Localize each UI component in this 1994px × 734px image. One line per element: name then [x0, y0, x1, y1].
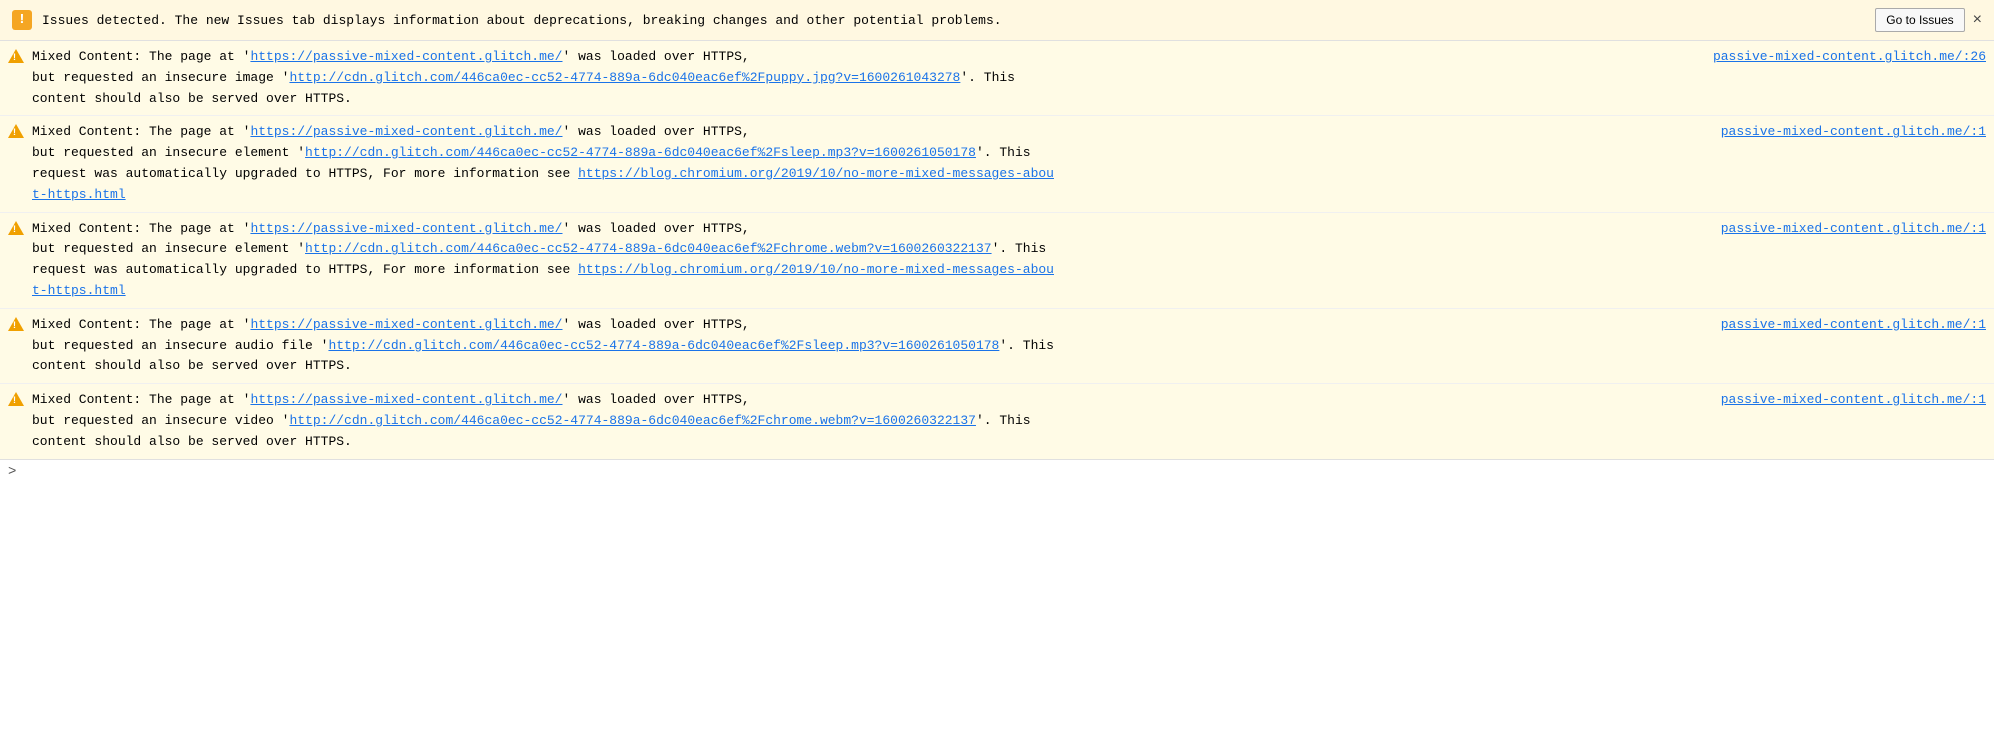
message-text-5: Mixed Content: The page at 'https://pass…	[32, 390, 1701, 452]
resource-link-2[interactable]: http://cdn.glitch.com/446ca0ec-cc52-4774…	[305, 145, 976, 160]
source-link-4[interactable]: passive-mixed-content.glitch.me/:1	[1721, 315, 1986, 336]
blog-link-3[interactable]: https://blog.chromium.org/2019/10/no-mor…	[32, 262, 1054, 298]
warning-triangle-3	[8, 220, 24, 236]
message-content-5: Mixed Content: The page at 'https://pass…	[32, 390, 1986, 452]
warning-triangle-2	[8, 123, 24, 139]
message-row-3: Mixed Content: The page at 'https://pass…	[32, 219, 1986, 302]
source-link-2[interactable]: passive-mixed-content.glitch.me/:1	[1721, 122, 1986, 143]
issues-banner: ! Issues detected. The new Issues tab di…	[0, 0, 1994, 41]
resource-link-4[interactable]: http://cdn.glitch.com/446ca0ec-cc52-4774…	[328, 338, 999, 353]
console-message-1: Mixed Content: The page at 'https://pass…	[0, 41, 1994, 116]
console-message-5: Mixed Content: The page at 'https://pass…	[0, 384, 1994, 458]
issues-banner-left: ! Issues detected. The new Issues tab di…	[12, 10, 1002, 30]
source-link-1[interactable]: passive-mixed-content.glitch.me/:26	[1713, 47, 1986, 68]
page-link-2[interactable]: https://passive-mixed-content.glitch.me/	[250, 124, 562, 139]
console-message-4: Mixed Content: The page at 'https://pass…	[0, 309, 1994, 384]
warning-triangle-4	[8, 316, 24, 332]
message-text-2: Mixed Content: The page at 'https://pass…	[32, 122, 1701, 205]
chevron-icon[interactable]: >	[8, 464, 16, 480]
message-content-1: Mixed Content: The page at 'https://pass…	[32, 47, 1986, 109]
message-content-2: Mixed Content: The page at 'https://pass…	[32, 122, 1986, 205]
page-link-1[interactable]: https://passive-mixed-content.glitch.me/	[250, 49, 562, 64]
message-text-4: Mixed Content: The page at 'https://pass…	[32, 315, 1701, 377]
resource-link-3[interactable]: http://cdn.glitch.com/446ca0ec-cc52-4774…	[305, 241, 992, 256]
source-link-5[interactable]: passive-mixed-content.glitch.me/:1	[1721, 390, 1986, 411]
message-row-2: Mixed Content: The page at 'https://pass…	[32, 122, 1986, 205]
message-row-1: Mixed Content: The page at 'https://pass…	[32, 47, 1986, 109]
warning-triangle-1	[8, 48, 24, 64]
go-to-issues-button[interactable]: Go to Issues	[1875, 8, 1964, 32]
message-row-4: Mixed Content: The page at 'https://pass…	[32, 315, 1986, 377]
console-message-2: Mixed Content: The page at 'https://pass…	[0, 116, 1994, 212]
source-link-3[interactable]: passive-mixed-content.glitch.me/:1	[1721, 219, 1986, 240]
issues-banner-text: Issues detected. The new Issues tab disp…	[42, 13, 1002, 28]
resource-link-1[interactable]: http://cdn.glitch.com/446ca0ec-cc52-4774…	[289, 70, 960, 85]
blog-link-2[interactable]: https://blog.chromium.org/2019/10/no-mor…	[32, 166, 1054, 202]
close-button[interactable]: ×	[1973, 12, 1982, 28]
resource-link-5[interactable]: http://cdn.glitch.com/446ca0ec-cc52-4774…	[289, 413, 976, 428]
console-area: Mixed Content: The page at 'https://pass…	[0, 41, 1994, 459]
page-link-5[interactable]: https://passive-mixed-content.glitch.me/	[250, 392, 562, 407]
warning-triangle-5	[8, 391, 24, 407]
message-content-4: Mixed Content: The page at 'https://pass…	[32, 315, 1986, 377]
warning-icon: !	[12, 10, 32, 30]
page-link-3[interactable]: https://passive-mixed-content.glitch.me/	[250, 221, 562, 236]
issues-banner-right: Go to Issues ×	[1875, 8, 1982, 32]
message-row-5: Mixed Content: The page at 'https://pass…	[32, 390, 1986, 452]
message-text-1: Mixed Content: The page at 'https://pass…	[32, 47, 1693, 109]
console-bottom: >	[0, 459, 1994, 484]
message-content-3: Mixed Content: The page at 'https://pass…	[32, 219, 1986, 302]
message-text-3: Mixed Content: The page at 'https://pass…	[32, 219, 1701, 302]
page-link-4[interactable]: https://passive-mixed-content.glitch.me/	[250, 317, 562, 332]
console-message-3: Mixed Content: The page at 'https://pass…	[0, 213, 1994, 309]
